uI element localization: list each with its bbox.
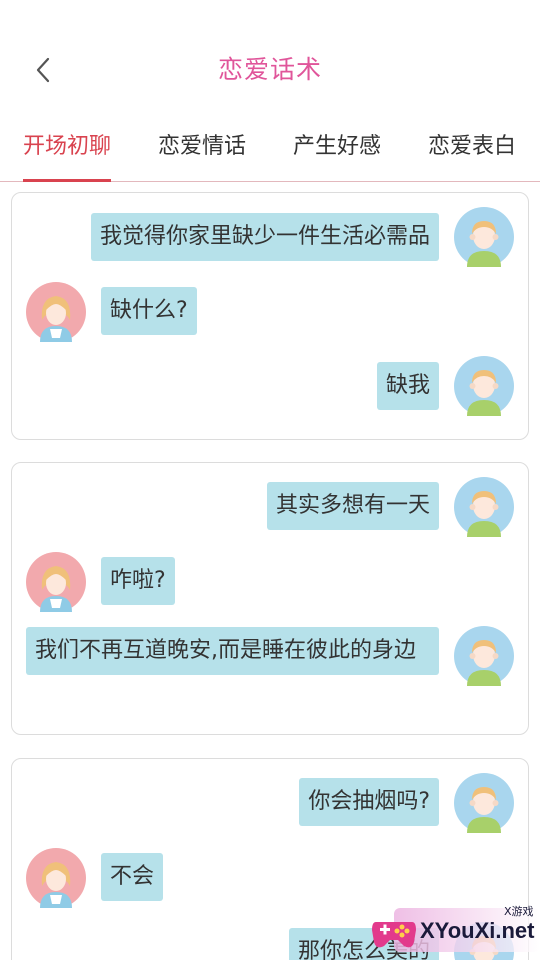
category-tabs: 开场初聊 恋爱情话 产生好感 恋爱表白	[0, 120, 540, 182]
message-bubble-female: 缺什么?	[101, 287, 197, 335]
tab-opening-chat[interactable]: 开场初聊	[23, 128, 112, 182]
message-bubble-female: 不会	[101, 853, 164, 901]
active-tab-indicator	[23, 179, 111, 182]
female-avatar-icon	[26, 552, 86, 612]
conversation-card[interactable]: 其实多想有一天 咋啦? 我们不再互道晚安,而是睡在彼此的身边	[11, 462, 529, 735]
message-bubble-male: 那你怎么美的	[288, 928, 439, 960]
male-avatar-icon	[454, 477, 514, 537]
male-avatar-icon	[454, 773, 514, 833]
male-avatar-icon	[454, 626, 514, 686]
message-bubble-male: 我觉得你家里缺少一件生活必需品	[90, 213, 439, 261]
male-avatar-icon	[454, 207, 514, 267]
message-bubble-male: 我们不再互道晚安,而是睡在彼此的身边	[26, 627, 439, 675]
page-title: 恋爱话术	[217, 55, 322, 84]
message-bubble-male: 你会抽烟吗?	[299, 778, 439, 826]
tab-label: 开场初聊	[23, 134, 112, 159]
male-avatar-icon	[454, 922, 514, 960]
conversation-card[interactable]: 你会抽烟吗? 不会 那你怎么美的	[11, 758, 529, 960]
tab-label: 产生好感	[293, 134, 382, 159]
message-bubble-male: 其实多想有一天	[266, 482, 439, 530]
tab-good-impression[interactable]: 产生好感	[293, 128, 381, 180]
message-bubble-male: 缺我	[376, 362, 439, 410]
message-bubble-female: 咋啦?	[101, 557, 175, 605]
tab-label: 恋爱情话	[158, 134, 247, 159]
tab-confession[interactable]: 恋爱表白	[428, 128, 516, 180]
tab-love-words[interactable]: 恋爱情话	[158, 128, 246, 180]
female-avatar-icon	[26, 848, 86, 908]
tab-label: 恋爱表白	[428, 134, 517, 159]
header: 恋爱话术	[0, 0, 540, 120]
conversation-card[interactable]: 我觉得你家里缺少一件生活必需品 缺什么? 缺我	[11, 192, 529, 440]
female-avatar-icon	[26, 282, 86, 342]
male-avatar-icon	[454, 356, 514, 416]
